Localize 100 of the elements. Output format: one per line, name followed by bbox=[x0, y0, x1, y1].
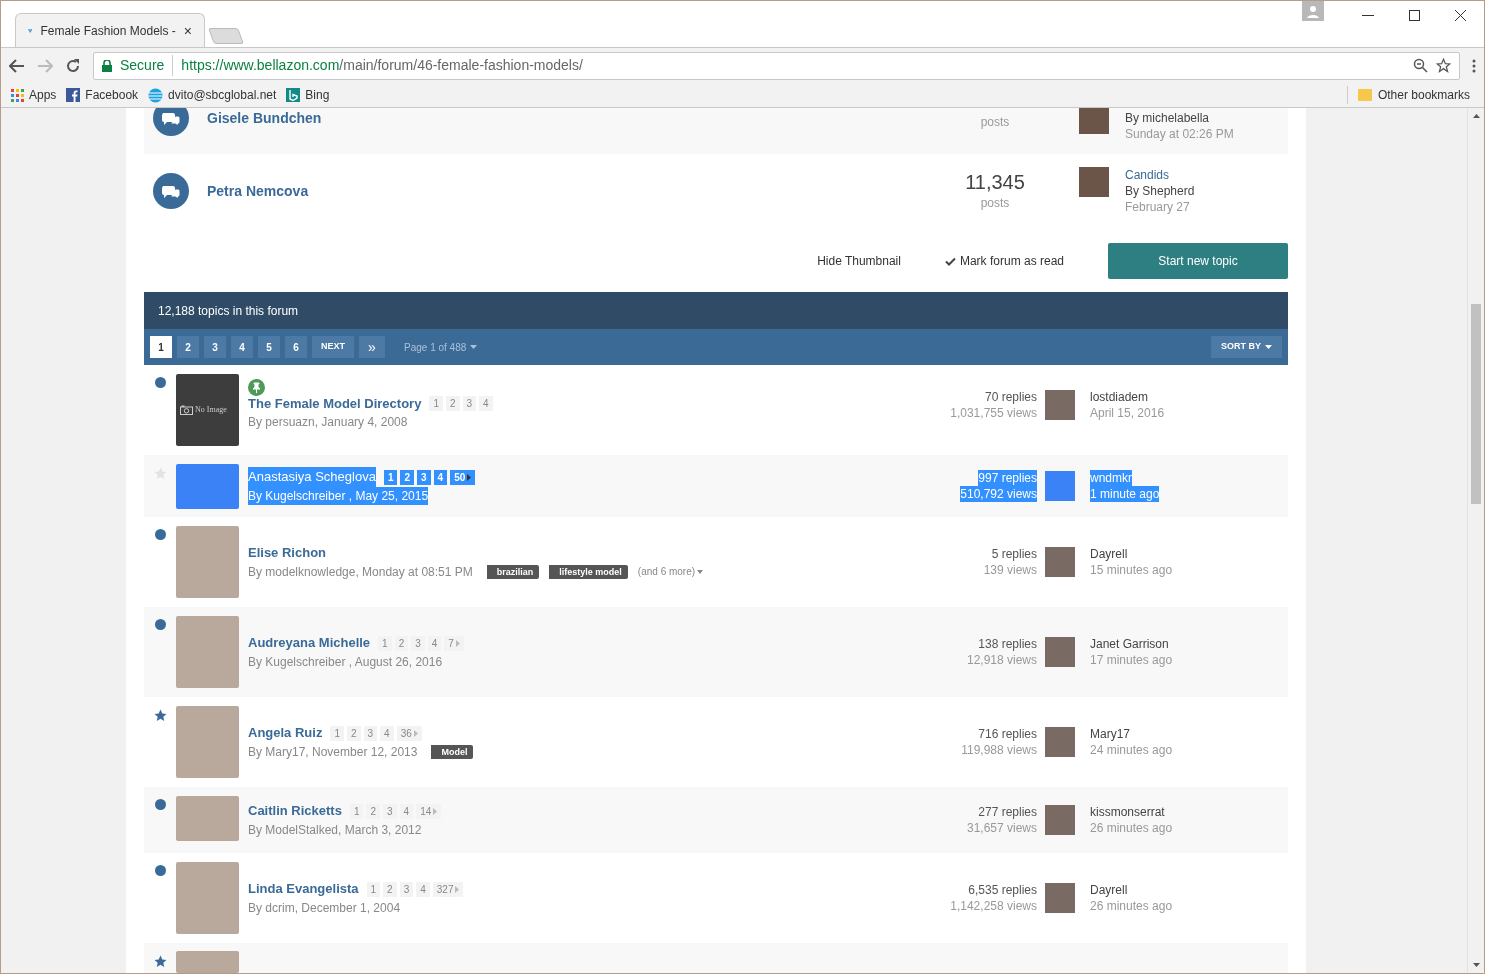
star-outline-icon[interactable] bbox=[1436, 58, 1451, 73]
topic-page-link[interactable]: 36 bbox=[396, 725, 422, 741]
last-poster-name[interactable]: lostdiadem bbox=[1090, 389, 1149, 405]
topic-page-link[interactable]: 1 bbox=[330, 725, 344, 741]
back-arrow-icon[interactable] bbox=[9, 58, 25, 73]
page-number-button[interactable]: 2 bbox=[177, 336, 199, 359]
last-post-time: 26 minutes ago bbox=[1090, 898, 1173, 914]
avatar-photo-placeholder bbox=[1079, 167, 1109, 197]
topic-title-link[interactable]: Anastasiya Scheglova bbox=[248, 467, 376, 487]
topic-page-link[interactable]: 50 bbox=[450, 469, 476, 485]
bookmark-item[interactable]: Bing bbox=[286, 86, 330, 104]
topic-page-link[interactable]: 14 bbox=[416, 803, 442, 819]
topic-title-link[interactable]: Linda Evangelista bbox=[248, 879, 359, 899]
topic-page-link[interactable]: 3 bbox=[417, 469, 431, 485]
caret-right-icon bbox=[413, 729, 418, 737]
page-number-button[interactable]: 1 bbox=[150, 336, 172, 359]
topic-byline: By Kugelschreiber , August 26, 2016 bbox=[248, 653, 443, 671]
topic-byline: By Kugelschreiber , May 25, 2015 bbox=[248, 486, 429, 505]
topic-page-link[interactable]: 2 bbox=[445, 396, 460, 411]
zoom-icon[interactable] bbox=[1413, 58, 1428, 73]
last-poster-name[interactable]: Janet Garrison bbox=[1090, 636, 1169, 652]
topic-page-link[interactable]: 4 bbox=[479, 396, 493, 411]
reply-count: 138 replies bbox=[978, 636, 1037, 652]
topic-title-link[interactable]: Audreyana Michelle bbox=[248, 633, 371, 653]
topic-title-link[interactable]: The Female Model Directory bbox=[248, 393, 422, 414]
bookmark-item[interactable]: dvito@sbcglobal.net bbox=[148, 86, 277, 104]
caret-icon bbox=[470, 345, 478, 350]
caret-right-icon bbox=[467, 473, 472, 481]
address-bar[interactable]: Secure https://www.bellazon.com/main/forum/46-female-fashion-models/ bbox=[93, 51, 1460, 80]
topic-page-link[interactable]: 3 bbox=[411, 635, 425, 651]
next-button[interactable]: NEXT bbox=[312, 336, 354, 359]
forum-title-link[interactable]: Petra Nemcova bbox=[207, 180, 309, 202]
scroll-down-icon[interactable] bbox=[1472, 963, 1480, 967]
topic-page-link[interactable]: 1 bbox=[366, 881, 381, 897]
page-jump-dropdown[interactable]: Page 1 of 488 bbox=[404, 339, 478, 355]
tag-label[interactable]: Model bbox=[431, 744, 474, 759]
sort-by-button[interactable]: SORT BY bbox=[1211, 336, 1282, 359]
star-icon[interactable] bbox=[153, 955, 167, 968]
topic-title-link[interactable]: Angela Ruiz bbox=[248, 723, 323, 743]
topic-page-link[interactable]: 2 bbox=[366, 803, 381, 819]
topic-page-link[interactable]: 2 bbox=[346, 725, 361, 741]
close-icon[interactable] bbox=[1455, 10, 1466, 21]
topic-page-link[interactable]: 327 bbox=[432, 881, 464, 897]
topic-page-link[interactable]: 4 bbox=[433, 469, 448, 485]
mark-read-link[interactable]: Mark forum as read bbox=[944, 252, 1064, 270]
topic-page-link[interactable]: 3 bbox=[462, 396, 477, 411]
page-number-button[interactable]: 5 bbox=[258, 336, 280, 359]
topic-page-link[interactable]: 1 bbox=[378, 635, 392, 651]
last-post-title-link[interactable]: Candids bbox=[1125, 167, 1195, 183]
reload-icon[interactable] bbox=[65, 57, 81, 74]
last-page-button[interactable]: » bbox=[359, 336, 385, 359]
avatar-photo-placeholder bbox=[1079, 108, 1109, 134]
topic-title-link[interactable]: Caitlin Ricketts bbox=[248, 801, 342, 821]
topic-page-link[interactable]: 4 bbox=[416, 881, 430, 897]
topic-page-link[interactable]: 1 bbox=[349, 803, 364, 819]
page-number-button[interactable]: 4 bbox=[231, 336, 253, 359]
caret-right-icon bbox=[455, 885, 460, 893]
minimize-icon[interactable] bbox=[1362, 15, 1374, 17]
secure-label: Secure bbox=[120, 55, 174, 76]
star-icon[interactable] bbox=[153, 709, 167, 722]
start-new-topic-button[interactable]: Start new topic bbox=[1108, 243, 1288, 279]
scrollbar[interactable] bbox=[1467, 108, 1484, 973]
other-bookmarks-item[interactable]: Other bookmarks bbox=[1346, 86, 1470, 104]
last-poster-name[interactable]: Dayrell bbox=[1090, 546, 1128, 562]
topic-page-link[interactable]: 2 bbox=[400, 469, 415, 485]
topic-title-link[interactable]: Elise Richon bbox=[248, 543, 327, 563]
last-poster-name[interactable]: Dayrell bbox=[1090, 882, 1128, 898]
page-number-button[interactable]: 6 bbox=[285, 336, 307, 359]
last-poster-name[interactable]: wndmkr bbox=[1090, 470, 1132, 486]
scrollbar-thumb[interactable] bbox=[1471, 304, 1481, 504]
last-poster-name[interactable]: kissmonserrat bbox=[1090, 804, 1165, 820]
browser-tab[interactable]: Female Fashion Models - × bbox=[15, 13, 205, 47]
topic-page-link[interactable]: 7 bbox=[444, 635, 464, 651]
post-count: 11,345 bbox=[965, 170, 1025, 194]
tag-label[interactable]: lifestyle model bbox=[549, 564, 628, 579]
forum-title-link[interactable]: Gisele Bundchen bbox=[207, 108, 322, 129]
topic-page-link[interactable]: 4 bbox=[427, 635, 442, 651]
more-tags-toggle[interactable]: (and 6 more) bbox=[637, 564, 704, 580]
topic-page-link[interactable]: 3 bbox=[383, 803, 397, 819]
bookmark-item[interactable]: Facebook bbox=[66, 86, 139, 104]
topic-page-link[interactable]: 2 bbox=[394, 635, 409, 651]
last-poster-name[interactable]: Mary17 bbox=[1090, 726, 1130, 742]
topic-page-link[interactable]: 4 bbox=[399, 803, 414, 819]
topic-page-link[interactable]: 4 bbox=[380, 725, 394, 741]
topic-page-link[interactable]: 1 bbox=[383, 469, 398, 485]
topic-page-link[interactable]: 1 bbox=[429, 396, 443, 411]
topic-page-link[interactable]: 3 bbox=[363, 725, 378, 741]
last-post-time: 26 minutes ago bbox=[1090, 820, 1173, 836]
menu-icon[interactable] bbox=[1472, 58, 1476, 73]
hide-thumbnail-link[interactable]: Hide Thumbnail bbox=[817, 252, 901, 270]
bookmark-item[interactable]: Apps bbox=[11, 86, 57, 104]
maximize-icon[interactable] bbox=[1409, 10, 1420, 21]
topic-page-link[interactable]: 3 bbox=[399, 881, 414, 897]
last-post-time: Sunday at 02:26 PM bbox=[1125, 126, 1234, 142]
facebook-icon bbox=[66, 88, 81, 102]
scroll-up-icon[interactable] bbox=[1472, 114, 1480, 118]
page-number-button[interactable]: 3 bbox=[204, 336, 226, 359]
topic-page-link[interactable]: 2 bbox=[383, 881, 397, 897]
close-icon[interactable]: × bbox=[183, 23, 192, 38]
tag-label[interactable]: brazilian bbox=[486, 564, 540, 579]
